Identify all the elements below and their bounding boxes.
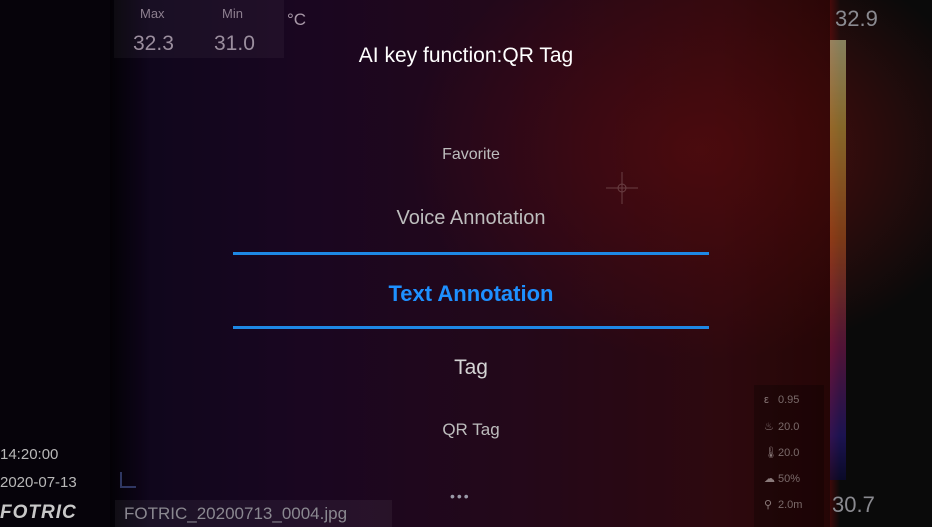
emissivity-icon: ε bbox=[764, 394, 769, 406]
scale-max-value: 32.9 bbox=[835, 6, 878, 31]
humidity-icon: ☁ bbox=[764, 473, 775, 485]
param-reflected-temp: ♨ 20.0 bbox=[764, 421, 800, 433]
dialog-overlay bbox=[110, 0, 830, 527]
capture-date: 2020-07-13 bbox=[0, 474, 77, 491]
selection-line-bottom bbox=[233, 326, 709, 329]
corner-marker-icon bbox=[120, 472, 136, 488]
min-label: Min bbox=[222, 6, 243, 21]
selection-line-top bbox=[233, 252, 709, 255]
capture-time: 14:20:00 bbox=[0, 446, 59, 463]
dialog-title: AI key function:QR Tag bbox=[358, 44, 574, 67]
param-ambient-temp: 🌡20.0 bbox=[764, 447, 800, 459]
reflected-temp-icon: ♨ bbox=[764, 421, 774, 433]
temperature-unit: °C bbox=[287, 10, 307, 29]
brand-logo: FOTRIC bbox=[0, 502, 77, 523]
filename: FOTRIC_20200713_0004.jpg bbox=[124, 504, 348, 523]
distance-icon: ⚲ bbox=[764, 499, 773, 511]
ambient-temp-icon: 🌡 bbox=[764, 447, 778, 459]
param-distance: ⚲ 2.0m bbox=[764, 499, 803, 511]
scale-min-value: 30.7 bbox=[832, 492, 875, 517]
menu-item-qr-tag[interactable]: QR Tag bbox=[233, 420, 709, 440]
crosshair-icon bbox=[606, 172, 638, 204]
color-scale-bar bbox=[830, 40, 846, 480]
max-label: Max bbox=[140, 6, 165, 21]
param-humidity: ☁ 50% bbox=[764, 473, 801, 485]
menu-item-favorite[interactable]: Favorite bbox=[233, 146, 709, 164]
more-options-icon[interactable]: ••• bbox=[450, 488, 471, 504]
param-emissivity: ε 0.95 bbox=[764, 394, 800, 406]
menu-item-voice-annotation[interactable]: Voice Annotation bbox=[233, 207, 709, 230]
menu-item-text-annotation[interactable]: Text Annotation bbox=[233, 281, 709, 307]
menu-item-tag[interactable]: Tag bbox=[233, 356, 709, 380]
